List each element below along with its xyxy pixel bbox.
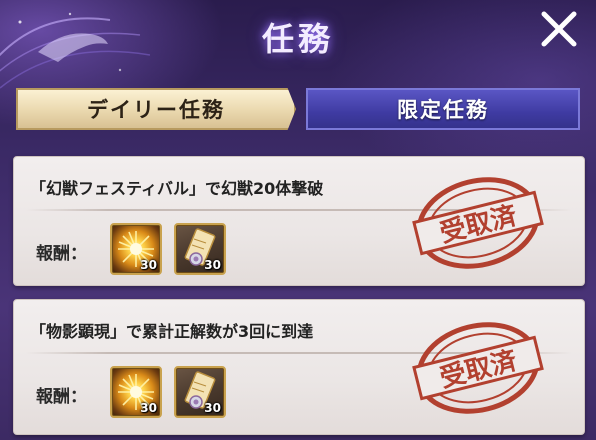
mission-card: 「物影顕現」で累計正解数が3回に到達 報酬： 30 30 受取済 — [13, 299, 585, 435]
reward-label: 報酬： — [36, 244, 87, 264]
tab-daily-missions[interactable]: デイリー任務 — [16, 88, 296, 130]
close-icon[interactable] — [536, 6, 582, 52]
reward-quantity: 30 — [140, 258, 157, 272]
reward-item[interactable]: 30 — [110, 366, 162, 418]
mission-card: 「幻獣フェスティバル」で幻獣20体撃破 報酬： 30 30 受取済 — [13, 156, 585, 286]
reward-quantity: 30 — [204, 401, 221, 415]
reward-quantity: 30 — [140, 401, 157, 415]
claimed-stamp: 受取済 — [412, 177, 544, 269]
mission-description: 「物影顕現」で累計正解数が3回に到達 — [30, 322, 314, 341]
mission-description: 「幻獣フェスティバル」で幻獣20体撃破 — [30, 179, 324, 198]
reward-label: 報酬： — [36, 387, 87, 407]
page-title: 任務 — [261, 20, 334, 58]
mission-tabs: デイリー任務 限定任務 — [16, 88, 580, 132]
reward-item[interactable]: 30 — [110, 223, 162, 275]
reward-item[interactable]: 30 — [174, 366, 226, 418]
reward-item[interactable]: 30 — [174, 223, 226, 275]
claimed-stamp: 受取済 — [412, 322, 544, 414]
tab-limited-missions[interactable]: 限定任務 — [306, 88, 580, 130]
reward-quantity: 30 — [204, 258, 221, 272]
